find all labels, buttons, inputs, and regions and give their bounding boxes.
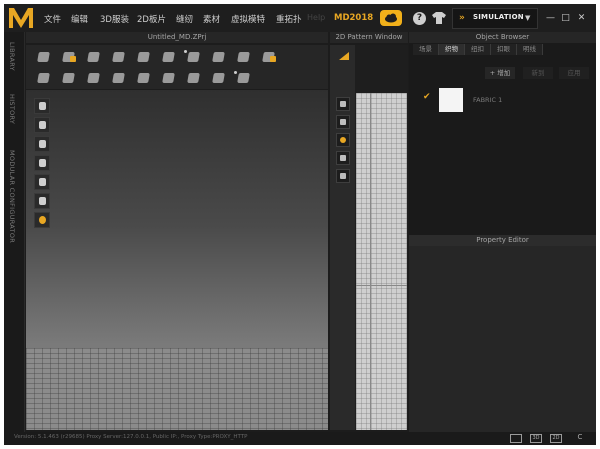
- pattern-eye-icon[interactable]: [336, 115, 350, 129]
- simulation-chevron-icon: »: [459, 13, 465, 23]
- menu-2d-pattern[interactable]: 2D板片: [137, 13, 166, 25]
- object-browser-title-bar: Object Browser: [409, 32, 596, 43]
- pattern-arrange-icon[interactable]: [207, 69, 229, 87]
- transform-tool-icon[interactable]: [57, 48, 79, 66]
- info-icon[interactable]: [336, 133, 350, 147]
- show-stress-icon[interactable]: [34, 117, 50, 133]
- tape-tool-icon[interactable]: [232, 48, 254, 66]
- select-pattern-icon[interactable]: [107, 48, 129, 66]
- status-text: Version: 5.1.463 (r29685) Proxy Server:1…: [14, 434, 248, 440]
- view-2d-button[interactable]: 2D: [550, 434, 562, 443]
- help-icon[interactable]: ?: [413, 12, 426, 25]
- garment-icon[interactable]: [432, 11, 446, 25]
- 3d-viewport[interactable]: [26, 90, 328, 430]
- show-garment-icon[interactable]: [34, 98, 50, 114]
- sewing-3d-icon[interactable]: [82, 69, 104, 87]
- segment-sewing-icon[interactable]: [107, 69, 129, 87]
- fold-arrangement-icon[interactable]: [82, 48, 104, 66]
- tab-button[interactable]: 纽扣: [465, 44, 491, 55]
- avatar-visibility-icon[interactable]: [34, 193, 50, 209]
- pattern-lock-icon[interactable]: [336, 169, 350, 183]
- apply-button[interactable]: 应用: [559, 67, 589, 79]
- left-side-tabs: LIBRARY HISTORY MODULAR CONFIGURATOR: [4, 32, 25, 432]
- render-globe-icon[interactable]: [34, 212, 50, 228]
- avatar-pose-icon[interactable]: [32, 69, 54, 87]
- show-avatar-icon[interactable]: [34, 136, 50, 152]
- menu-retopology[interactable]: 重拓扑: [276, 13, 302, 25]
- pin-tool-icon[interactable]: [157, 48, 179, 66]
- object-browser-title: Object Browser: [475, 33, 530, 41]
- menu-help-ghost: Help: [307, 13, 326, 22]
- chevron-down-icon[interactable]: ▼: [525, 14, 530, 22]
- viewport-title-bar: Untitled_MD.ZPrj: [26, 32, 328, 43]
- pattern-window-title: 2D Pattern Window: [335, 33, 403, 41]
- menu-materials[interactable]: 素材: [203, 13, 220, 25]
- tack-tool-icon[interactable]: [132, 48, 154, 66]
- minimize-button[interactable]: —: [545, 13, 556, 23]
- version-label: MD2018: [334, 13, 374, 23]
- property-editor-title: Property Editor: [476, 236, 529, 244]
- object-browser-toolbar: + 增加 新到 应用: [409, 66, 596, 80]
- menu-avatar[interactable]: 虚拟模特: [231, 13, 265, 25]
- menu-file[interactable]: 文件: [44, 13, 61, 25]
- property-editor-panel: Property Editor: [409, 235, 596, 432]
- property-editor-title-bar: Property Editor: [409, 235, 596, 246]
- floor-grid: [26, 348, 328, 430]
- new-button[interactable]: 新到: [523, 67, 553, 79]
- menu-sewing[interactable]: 缝纫: [176, 13, 193, 25]
- tab-buttonhole[interactable]: 扣眼: [491, 44, 517, 55]
- simulation-button[interactable]: » SIMULATION ▼: [452, 8, 538, 29]
- refresh-icon[interactable]: C: [574, 434, 586, 443]
- topstitch-tool-icon[interactable]: [182, 69, 204, 87]
- brush-tool-icon[interactable]: [207, 48, 229, 66]
- status-bar: Version: 5.1.463 (r29685) Proxy Server:1…: [4, 432, 596, 445]
- app-window: 文件 编辑 3D服装 2D板片 缝纫 素材 虚拟模特 重拓扑 Help MD20…: [4, 4, 596, 445]
- maximize-button[interactable]: □: [560, 13, 571, 23]
- pattern-copy-icon[interactable]: [336, 151, 350, 165]
- object-browser-panel: Object Browser 场景 织物 纽扣 扣眼 明线 + 增加 新到 应用…: [409, 32, 596, 432]
- pattern-grid-canvas[interactable]: [356, 93, 407, 430]
- app-logo: [9, 8, 33, 28]
- 3d-toolbar: [26, 45, 328, 89]
- menu-edit[interactable]: 编辑: [71, 13, 88, 25]
- point-tool-icon[interactable]: [232, 69, 254, 87]
- menu-bar: 文件 编辑 3D服装 2D板片 缝纫 素材 虚拟模特 重拓扑 Help MD20…: [4, 4, 596, 32]
- pattern-axis-horizontal: [356, 285, 407, 286]
- close-button[interactable]: ✕: [576, 13, 587, 23]
- tab-fabric[interactable]: 织物: [439, 44, 465, 55]
- viewport-side-tools: [34, 98, 52, 231]
- pattern-window-side-tools: [330, 45, 355, 430]
- tab-history[interactable]: HISTORY: [8, 94, 16, 124]
- fabric-list-item[interactable]: ✔ FABRIC 1: [419, 88, 589, 112]
- view-3d-button[interactable]: 3D: [530, 434, 542, 443]
- fabric-swatch[interactable]: [439, 88, 463, 112]
- texture-tool-icon[interactable]: [257, 48, 279, 66]
- layout-single-button[interactable]: [510, 434, 522, 443]
- simulation-label: SIMULATION: [473, 13, 524, 21]
- button-tool-icon[interactable]: [157, 69, 179, 87]
- check-icon: ✔: [423, 92, 431, 102]
- edit-avatar-icon[interactable]: [57, 69, 79, 87]
- fabric-name: FABRIC 1: [473, 96, 503, 104]
- add-fabric-button[interactable]: + 增加: [485, 67, 515, 79]
- free-sewing-icon[interactable]: [132, 69, 154, 87]
- select-mesh-tool-icon[interactable]: [32, 48, 54, 66]
- tab-modular-configurator[interactable]: MODULAR CONFIGURATOR: [8, 150, 16, 243]
- pattern-visibility-icon[interactable]: [336, 97, 350, 111]
- tab-scene[interactable]: 场景: [413, 44, 439, 55]
- object-browser-tabs: 场景 织物 纽扣 扣眼 明线: [413, 44, 543, 55]
- show-texture-icon[interactable]: [34, 155, 50, 171]
- measure-tool-icon[interactable]: [182, 48, 204, 66]
- tab-library[interactable]: LIBRARY: [8, 42, 16, 71]
- cloud-icon[interactable]: [380, 10, 402, 26]
- show-fabric-icon[interactable]: [34, 174, 50, 190]
- pattern-axis-vertical: [370, 93, 371, 430]
- viewport-title: Untitled_MD.ZPrj: [147, 33, 207, 41]
- tab-topstitch[interactable]: 明线: [517, 44, 543, 55]
- menu-3d-garment[interactable]: 3D服装: [100, 13, 129, 25]
- pattern-window-title-bar: 2D Pattern Window: [330, 32, 408, 43]
